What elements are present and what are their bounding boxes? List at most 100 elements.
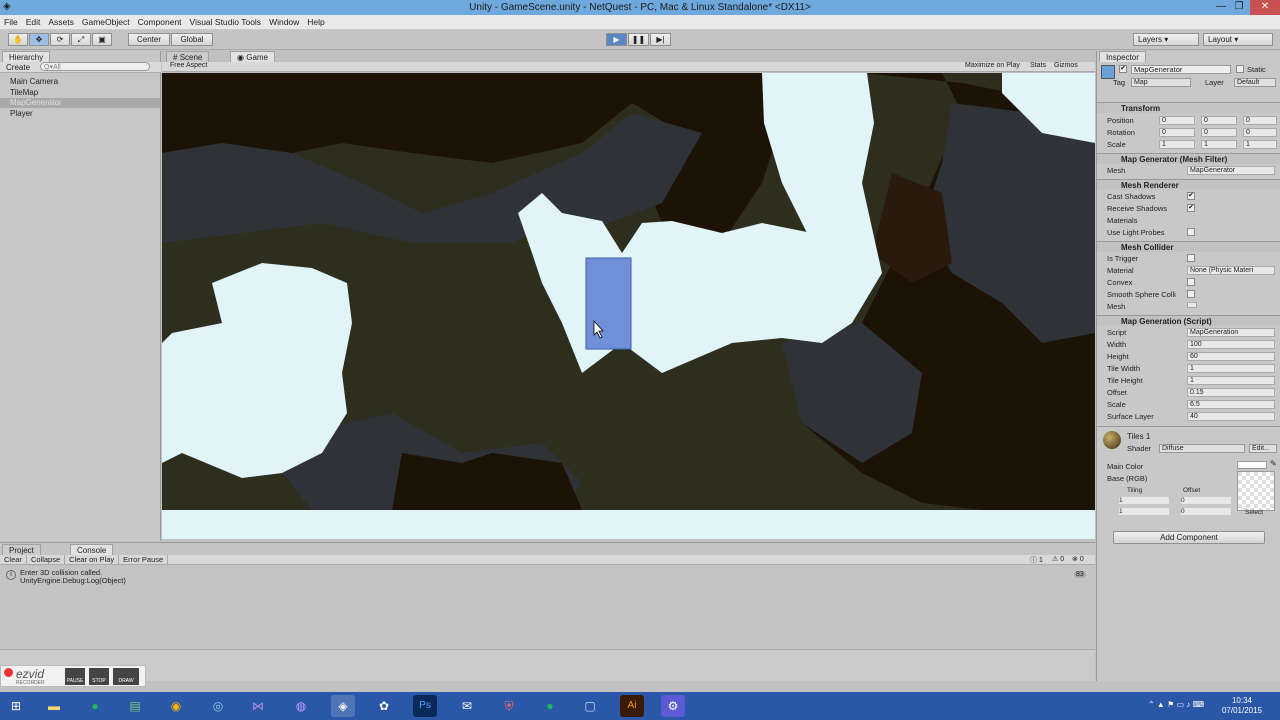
materials-foldout[interactable]: Materials xyxy=(1107,216,1137,225)
scale-tool-button[interactable]: ⤢ xyxy=(71,33,91,46)
menu-visual-studio-tools[interactable]: Visual Studio Tools xyxy=(186,15,266,29)
rotation-y-field[interactable]: 0 xyxy=(1201,128,1237,137)
recorder-draw-button[interactable]: DRAW xyxy=(113,668,139,685)
minimize-button[interactable]: — xyxy=(1212,0,1230,15)
tag-dropdown[interactable]: Map xyxy=(1131,78,1191,87)
system-tray-icons[interactable]: ⌃ ▲ ⚑ ▭ ♪ ⌨ xyxy=(1148,700,1204,709)
paint-taskbar-button[interactable]: ✿ xyxy=(372,695,396,717)
maximize-button[interactable]: ❐ xyxy=(1230,0,1248,15)
collapse-button[interactable]: Collapse xyxy=(27,555,66,565)
collider-material-field[interactable]: None (Physic Materi xyxy=(1187,266,1275,275)
map-scale-field[interactable]: 6.5 xyxy=(1187,400,1275,409)
active-checkbox[interactable]: ✔ xyxy=(1119,65,1127,73)
unity-taskbar-button[interactable]: ◈ xyxy=(331,695,355,717)
mesh-renderer-header[interactable]: Mesh Renderer xyxy=(1097,179,1280,190)
recorder-stop-button[interactable]: STOP xyxy=(89,668,109,685)
texture-slot[interactable] xyxy=(1237,471,1275,511)
tab-inspector[interactable]: Inspector xyxy=(1099,51,1146,62)
aspect-dropdown[interactable]: Free Aspect xyxy=(170,62,207,69)
position-z-field[interactable]: 0 xyxy=(1243,116,1277,125)
object-name-input[interactable]: MapGenerator xyxy=(1131,65,1231,74)
light-probes-checkbox[interactable] xyxy=(1187,228,1195,236)
surface-layer-field[interactable]: 40 xyxy=(1187,412,1275,421)
tab-game[interactable]: ◉ Game xyxy=(230,51,276,62)
pause-button[interactable]: ❚❚ xyxy=(628,33,649,46)
tab-hierarchy[interactable]: Hierarchy xyxy=(2,51,51,62)
is-trigger-checkbox[interactable] xyxy=(1187,254,1195,262)
mesh-field[interactable]: MapGenerator xyxy=(1187,166,1275,175)
menu-component[interactable]: Component xyxy=(134,15,186,29)
cast-shadows-checkbox[interactable]: ✔ xyxy=(1187,192,1195,200)
menu-gameobject[interactable]: GameObject xyxy=(78,15,134,29)
scale-z-field[interactable]: 1 xyxy=(1243,140,1277,149)
gizmos-toggle[interactable]: Gizmos xyxy=(1054,62,1078,69)
game-viewport[interactable] xyxy=(162,73,1095,539)
visual-studio-taskbar-button[interactable]: ⋈ xyxy=(246,695,270,717)
play-button[interactable]: ▶ xyxy=(606,33,627,46)
menu-edit[interactable]: Edit xyxy=(22,15,45,29)
log-stacktrace[interactable]: UnityEngine.Debug:Log(Object) xyxy=(20,576,126,585)
clear-button[interactable]: Clear xyxy=(0,555,27,565)
offset-y-field[interactable]: 0 xyxy=(1181,508,1231,515)
mesh-filter-header[interactable]: Map Generator (Mesh Filter) xyxy=(1097,153,1280,164)
collider-mesh-field[interactable] xyxy=(1187,302,1197,308)
error-pause-button[interactable]: Error Pause xyxy=(119,555,169,565)
receive-shadows-checkbox[interactable]: ✔ xyxy=(1187,204,1195,212)
map-generation-header[interactable]: Map Generation (Script) xyxy=(1097,315,1280,326)
shader-dropdown[interactable]: Diffuse xyxy=(1159,444,1245,453)
error-count[interactable]: ⊗ 0 xyxy=(1072,555,1084,563)
illustrator-taskbar-button[interactable]: Ai xyxy=(620,695,644,717)
hierarchy-item-tilemap[interactable]: TileMap xyxy=(10,88,38,97)
tile-height-field[interactable]: 1 xyxy=(1187,376,1275,385)
taskbar-clock[interactable]: 10:34 07/01/2015 xyxy=(1222,696,1262,716)
convex-checkbox[interactable] xyxy=(1187,278,1195,286)
texture-select-button[interactable]: Select xyxy=(1245,509,1263,516)
hand-tool-button[interactable]: ✋ xyxy=(8,33,28,46)
photoshop-taskbar-button[interactable]: Ps xyxy=(413,695,437,717)
close-button[interactable]: ✕ xyxy=(1250,0,1280,15)
tab-scene[interactable]: # Scene xyxy=(166,51,210,62)
tiling-x-field[interactable]: 1 xyxy=(1119,497,1169,504)
script-field[interactable]: MapGeneration xyxy=(1187,328,1275,337)
create-dropdown[interactable]: Create xyxy=(6,63,30,72)
pivot-toggle[interactable]: Center xyxy=(128,33,170,46)
scale-y-field[interactable]: 1 xyxy=(1201,140,1237,149)
recorder-pause-button[interactable]: PAUSE xyxy=(65,668,85,685)
static-checkbox[interactable] xyxy=(1236,65,1244,73)
explorer-taskbar-button[interactable]: ▬ xyxy=(42,695,66,717)
app-taskbar-button[interactable]: ◎ xyxy=(206,695,230,717)
menu-window[interactable]: Window xyxy=(265,15,303,29)
menu-help[interactable]: Help xyxy=(303,15,328,29)
mesh-collider-header[interactable]: Mesh Collider xyxy=(1097,241,1280,252)
hierarchy-item-player[interactable]: Player xyxy=(10,109,33,118)
position-y-field[interactable]: 0 xyxy=(1201,116,1237,125)
maximize-on-play-toggle[interactable]: Maximize on Play xyxy=(965,62,1020,69)
layers-dropdown[interactable]: Layers ▾ xyxy=(1133,33,1199,46)
move-tool-button[interactable]: ✥ xyxy=(29,33,49,46)
layer-dropdown[interactable]: Default xyxy=(1234,78,1276,87)
eyedropper-icon[interactable]: ✎ xyxy=(1270,459,1277,468)
width-field[interactable]: 100 xyxy=(1187,340,1275,349)
orb-taskbar-button[interactable]: ◍ xyxy=(289,695,313,717)
menu-file[interactable]: File xyxy=(0,15,22,29)
step-button[interactable]: ▶| xyxy=(650,33,671,46)
spotify2-taskbar-button[interactable]: ● xyxy=(538,695,562,717)
scale-x-field[interactable]: 1 xyxy=(1159,140,1195,149)
spotify-taskbar-button[interactable]: ● xyxy=(83,695,107,717)
space-toggle[interactable]: Global xyxy=(171,33,213,46)
mail-taskbar-button[interactable]: ✉ xyxy=(455,695,479,717)
transform-header[interactable]: Transform xyxy=(1097,102,1280,113)
rect-tool-button[interactable]: ▣ xyxy=(92,33,112,46)
tab-console[interactable]: Console xyxy=(70,544,114,555)
shader-edit-button[interactable]: Edit... xyxy=(1249,444,1277,453)
offset-x-field[interactable]: 0 xyxy=(1181,497,1231,504)
add-component-button[interactable]: Add Component xyxy=(1113,531,1265,544)
main-color-swatch[interactable] xyxy=(1237,461,1267,469)
hierarchy-item-main-camera[interactable]: Main Camera xyxy=(10,77,58,86)
tile-width-field[interactable]: 1 xyxy=(1187,364,1275,373)
chrome-taskbar-button[interactable]: ◉ xyxy=(164,695,188,717)
warning-count[interactable]: ⚠ 0 xyxy=(1052,555,1064,563)
layout-dropdown[interactable]: Layout ▾ xyxy=(1203,33,1273,46)
offset-field[interactable]: 0.15 xyxy=(1187,388,1275,397)
position-x-field[interactable]: 0 xyxy=(1159,116,1195,125)
